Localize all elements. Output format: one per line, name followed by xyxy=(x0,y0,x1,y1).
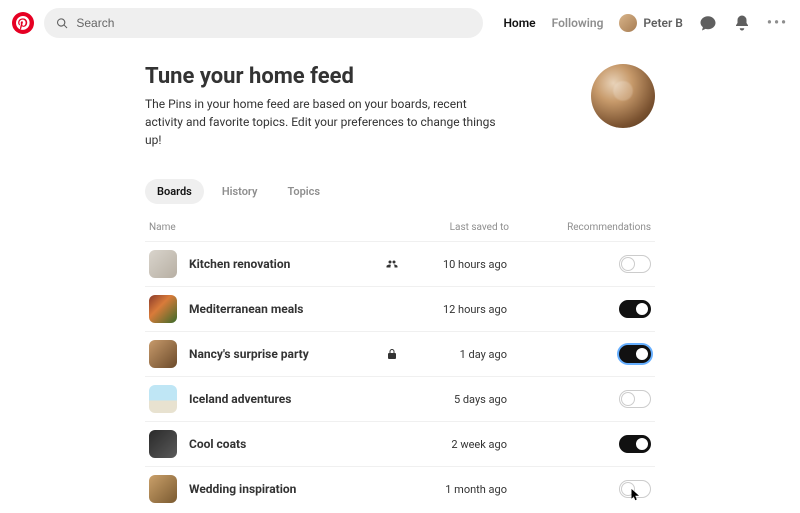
recommendations-toggle[interactable] xyxy=(619,300,651,318)
messages-icon[interactable] xyxy=(699,14,717,32)
column-headers: Name Last saved to Recommendations xyxy=(145,222,655,241)
table-row: Wedding inspiration 1 month ago xyxy=(145,466,655,511)
col-recommendations: Recommendations xyxy=(539,222,651,233)
more-icon[interactable]: ••• xyxy=(767,15,788,31)
board-name[interactable]: Nancy's surprise party xyxy=(189,347,377,361)
profile-avatar[interactable] xyxy=(591,64,655,128)
board-privacy-icon-slot xyxy=(377,255,407,274)
board-last-saved: 1 month ago xyxy=(407,483,537,496)
table-row: Iceland adventures 5 days ago xyxy=(145,376,655,421)
recommendations-toggle[interactable] xyxy=(619,390,651,408)
main-content: Tune your home feed The Pins in your hom… xyxy=(145,64,655,511)
notifications-icon[interactable] xyxy=(733,14,751,32)
table-row: Kitchen renovation 10 hours ago xyxy=(145,241,655,286)
board-name[interactable]: Kitchen renovation xyxy=(189,257,377,271)
table-row: Nancy's surprise party 1 day ago xyxy=(145,331,655,376)
col-last-saved: Last saved to xyxy=(379,222,539,233)
board-thumbnail[interactable] xyxy=(149,385,177,413)
search-input[interactable] xyxy=(76,16,471,30)
board-thumbnail[interactable] xyxy=(149,295,177,323)
nav-home[interactable]: Home xyxy=(503,16,535,30)
board-thumbnail[interactable] xyxy=(149,475,177,503)
board-last-saved: 10 hours ago xyxy=(407,258,537,271)
tab-history[interactable]: History xyxy=(210,179,270,204)
table-row: Mediterranean meals 12 hours ago xyxy=(145,286,655,331)
recommendations-toggle[interactable] xyxy=(619,255,651,273)
hero: Tune your home feed The Pins in your hom… xyxy=(145,64,655,149)
board-thumbnail[interactable] xyxy=(149,340,177,368)
tab-boards[interactable]: Boards xyxy=(145,179,204,204)
table-row: Cool coats 2 week ago xyxy=(145,421,655,466)
board-last-saved: 5 days ago xyxy=(407,393,537,406)
board-thumbnail[interactable] xyxy=(149,250,177,278)
top-nav: Home Following Peter B ••• xyxy=(493,14,788,32)
page-title: Tune your home feed xyxy=(145,64,571,89)
avatar-icon xyxy=(619,14,637,32)
recommendations-toggle[interactable] xyxy=(619,435,651,453)
board-name[interactable]: Cool coats xyxy=(189,437,377,451)
board-thumbnail[interactable] xyxy=(149,430,177,458)
pinterest-logo-icon[interactable] xyxy=(12,12,34,34)
recommendations-toggle[interactable] xyxy=(619,345,651,363)
search-bar[interactable] xyxy=(44,8,483,38)
board-name[interactable]: Iceland adventures xyxy=(189,392,377,406)
user-menu[interactable]: Peter B xyxy=(619,14,683,32)
board-privacy-icon-slot xyxy=(377,345,407,364)
board-last-saved: 1 day ago xyxy=(407,348,537,361)
page-subtitle: The Pins in your home feed are based on … xyxy=(145,95,505,149)
search-icon xyxy=(56,17,68,30)
tab-topics[interactable]: Topics xyxy=(275,179,332,204)
board-name[interactable]: Wedding inspiration xyxy=(189,482,377,496)
group-icon xyxy=(386,255,398,274)
board-last-saved: 12 hours ago xyxy=(407,303,537,316)
boards-table: Kitchen renovation 10 hours ago Mediterran… xyxy=(145,241,655,511)
nav-following[interactable]: Following xyxy=(552,16,604,30)
user-name: Peter B xyxy=(643,16,683,30)
board-name[interactable]: Mediterranean meals xyxy=(189,302,377,316)
board-last-saved: 2 week ago xyxy=(407,438,537,451)
recommendations-toggle[interactable] xyxy=(619,480,651,498)
tabs: Boards History Topics xyxy=(145,179,655,204)
top-header: Home Following Peter B ••• xyxy=(0,0,800,46)
lock-icon xyxy=(386,345,398,364)
col-name: Name xyxy=(149,222,379,233)
